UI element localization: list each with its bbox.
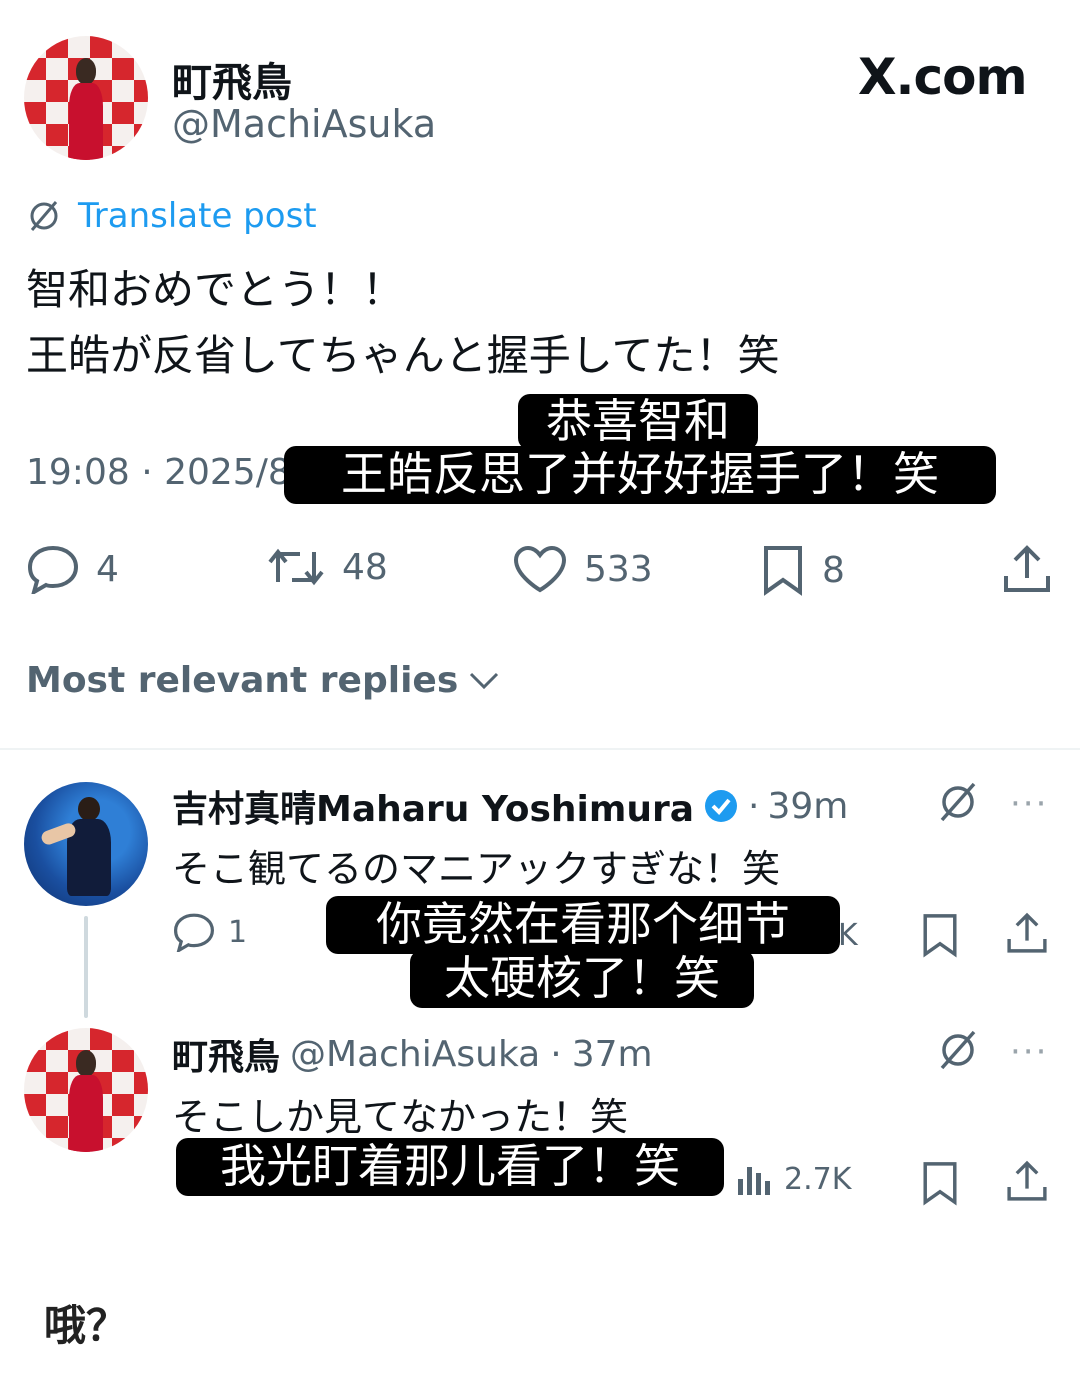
brand-logo: X.com: [858, 48, 1028, 106]
reply2-time[interactable]: 37m: [572, 1034, 653, 1075]
reply2-author-handle[interactable]: @MachiAsuka: [290, 1034, 540, 1075]
reply2-views[interactable]: 2.7K: [736, 1162, 851, 1197]
bookmark-icon: [760, 544, 806, 596]
reply1-author-name[interactable]: 吉村真晴Maharu Yoshimura: [172, 780, 694, 832]
grok-icon[interactable]: [936, 780, 980, 824]
post-timestamp[interactable]: 19:08 · 2025/8: [26, 452, 291, 493]
repost-count: 48: [342, 546, 388, 588]
share-icon[interactable]: [1000, 542, 1054, 596]
reply2-subtitle: 我光盯着那儿看了！笑: [176, 1138, 724, 1196]
reply1-reply-button[interactable]: 1: [172, 912, 247, 952]
reply1-reply-count: 1: [228, 914, 248, 950]
more-icon[interactable]: ···: [1010, 784, 1048, 824]
like-icon: [512, 544, 568, 594]
reply-icon: [172, 912, 216, 952]
reply2-text: そこしか見てなかった！笑: [172, 1095, 629, 1139]
reply1-views-partial: K: [838, 918, 858, 953]
reply2-views-count: 2.7K: [784, 1162, 852, 1197]
reply2-sep: ·: [550, 1033, 562, 1075]
reply1-subtitle-2: 太硬核了！笑: [410, 950, 754, 1008]
post-text-line2: 王皓が反省してちゃんと握手してた！笑: [26, 331, 780, 380]
reply2-author-name[interactable]: 町飛鳥: [172, 1028, 280, 1080]
post-author-handle[interactable]: @MachiAsuka: [172, 102, 436, 146]
chevron-down-icon: [468, 671, 500, 691]
reply2-bookmark-icon[interactable]: [920, 1160, 960, 1206]
subtitle-caption-2: 王皓反思了并好好握手了！笑: [284, 446, 996, 504]
footer-comment: 哦？: [44, 1301, 129, 1350]
post-text-line1: 智和おめでとう！！: [26, 265, 405, 314]
translate-icon[interactable]: [26, 198, 62, 234]
more-icon[interactable]: ···: [1010, 1032, 1048, 1072]
reply-sort-label: Most relevant replies: [26, 660, 459, 701]
grok-icon[interactable]: [936, 1028, 980, 1072]
like-button[interactable]: 533: [512, 544, 653, 594]
post-author-name[interactable]: 町飛鳥: [172, 50, 292, 108]
reply-sort-dropdown[interactable]: Most relevant replies: [26, 660, 500, 701]
section-divider: [0, 748, 1080, 750]
like-count: 533: [584, 548, 653, 590]
reply2-author-avatar[interactable]: [24, 1028, 148, 1152]
thread-connector: [84, 916, 88, 1018]
reply-icon: [26, 544, 80, 594]
reply1-header: 吉村真晴Maharu Yoshimura · 39m: [172, 780, 848, 832]
reply-count: 4: [96, 548, 119, 590]
reply1-bookmark-icon[interactable]: [920, 912, 960, 958]
reply1-subtitle-1: 你竟然在看那个细节: [326, 896, 840, 954]
subtitle-caption-1: 恭喜智和: [518, 394, 758, 450]
views-icon: [736, 1163, 772, 1197]
reply1-author-avatar[interactable]: [24, 782, 148, 906]
reply2-share-icon[interactable]: [1004, 1158, 1050, 1204]
repost-icon: [266, 544, 326, 590]
bookmark-button[interactable]: 8: [760, 544, 845, 596]
reply1-share-icon[interactable]: [1004, 910, 1050, 956]
verified-icon: [702, 787, 740, 825]
reply-button[interactable]: 4: [26, 544, 119, 594]
reply1-text: そこ観てるのマニアックすぎな！笑: [172, 847, 781, 891]
reply2-header: 町飛鳥 @MachiAsuka · 37m: [172, 1028, 653, 1080]
translate-post-link[interactable]: Translate post: [78, 196, 317, 236]
repost-button[interactable]: 48: [266, 544, 388, 590]
post-author-avatar[interactable]: [24, 36, 148, 160]
reply1-sep: ·: [748, 785, 760, 827]
bookmark-count: 8: [822, 549, 845, 591]
reply1-time[interactable]: 39m: [768, 786, 849, 827]
